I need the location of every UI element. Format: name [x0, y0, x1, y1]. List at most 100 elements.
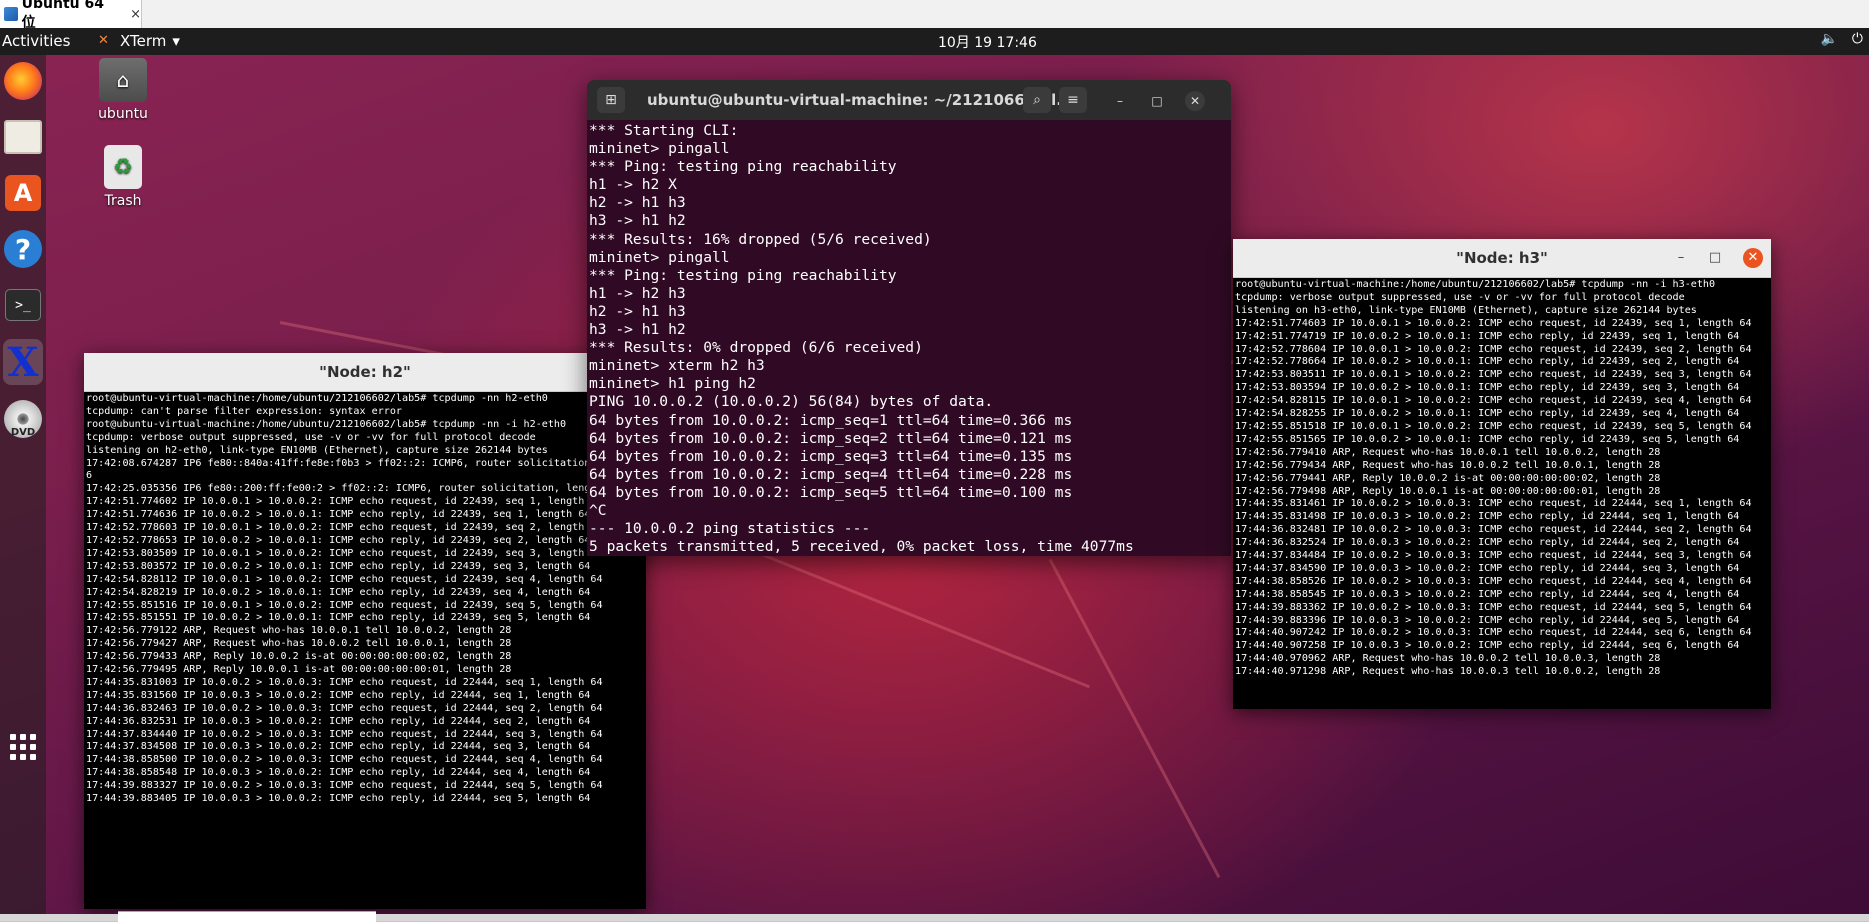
- terminal-line: 17:42:25.035356 IP6 fe80::200:ff:fe00:2 …: [86, 483, 621, 495]
- terminal-line: PING 10.0.0.2 (10.0.0.2) 56(84) bytes of…: [589, 393, 994, 411]
- top-bar: Activities ✕ XTerm ▾ 10月 19 17:46 🔈 ⏻: [0, 28, 1869, 55]
- terminal-line: 17:42:52.778664 IP 10.0.0.2 > 10.0.0.1: …: [1235, 356, 1740, 368]
- clock[interactable]: 10月 19 17:46: [938, 32, 1037, 52]
- activities-button[interactable]: Activities: [2, 32, 70, 50]
- terminal-line: 17:44:37.834508 IP 10.0.0.3 > 10.0.0.2: …: [86, 741, 591, 753]
- system-tray[interactable]: 🔈 ⏻: [1820, 31, 1863, 47]
- terminal-line: 17:42:56.779410 ARP, Request who-has 10.…: [1235, 446, 1661, 458]
- terminal-line: 17:42:51.774603 IP 10.0.0.1 > 10.0.0.2: …: [1235, 317, 1752, 329]
- minimize-icon[interactable]: –: [1671, 248, 1691, 268]
- terminal-line: tcpdump: verbose output suppressed, use …: [86, 431, 536, 443]
- terminal-line: tcpdump: can't parse filter expression: …: [86, 405, 403, 417]
- terminal-line: 17:42:55.851518 IP 10.0.0.1 > 10.0.0.2: …: [1235, 420, 1752, 432]
- maximize-icon[interactable]: □: [1705, 248, 1725, 268]
- terminal-line: 64 bytes from 10.0.0.2: icmp_seq=2 ttl=6…: [589, 429, 1073, 447]
- dock-show-apps[interactable]: [3, 727, 43, 767]
- chevron-down-icon: ▾: [172, 32, 180, 50]
- terminal-line: 17:42:52.778603 IP 10.0.0.1 > 10.0.0.2: …: [86, 522, 603, 534]
- dock-terminal[interactable]: >_: [3, 285, 43, 325]
- window-titlebar[interactable]: ⊞ ubuntu@ubuntu-virtual-machine: ~/21210…: [587, 80, 1231, 120]
- desktop-icon-trash[interactable]: ♻ Trash: [83, 145, 163, 209]
- window-titlebar[interactable]: "Node: h2" –: [84, 353, 646, 392]
- terminal-output[interactable]: *** Starting CLI: mininet> pingall *** Pin…: [587, 120, 1231, 556]
- terminal-line: 17:42:53.803509 IP 10.0.0.1 > 10.0.0.2: …: [86, 547, 603, 559]
- terminal-line: *** Results: 16% dropped (5/6 received): [589, 230, 932, 248]
- terminal-line: 17:44:37.834440 IP 10.0.0.2 > 10.0.0.3: …: [86, 728, 603, 740]
- terminal-line: mininet> xterm h2 h3: [589, 357, 765, 375]
- window-title: ubuntu@ubuntu-virtual-machine: ~/2121066…: [647, 91, 1074, 109]
- terminal-line: 17:44:35.831560 IP 10.0.0.3 > 10.0.0.2: …: [86, 689, 591, 701]
- terminal-line: 17:42:08.674287 IP6 fe80::840a:41ff:fe8e…: [86, 457, 646, 469]
- maximize-icon[interactable]: □: [1147, 91, 1167, 111]
- terminal-line: 17:44:39.883327 IP 10.0.0.2 > 10.0.0.3: …: [86, 780, 603, 792]
- minimize-icon[interactable]: –: [1110, 91, 1130, 111]
- close-icon[interactable]: ✕: [1185, 91, 1205, 111]
- dock-files[interactable]: [3, 117, 43, 157]
- dock-software[interactable]: A: [3, 173, 43, 213]
- close-icon[interactable]: ×: [130, 7, 141, 22]
- gnome-terminal-window[interactable]: ⊞ ubuntu@ubuntu-virtual-machine: ~/21210…: [587, 80, 1231, 556]
- terminal-line: 17:42:56.779427 ARP, Request who-has 10.…: [86, 638, 512, 650]
- wallpaper-line: [1048, 558, 1221, 879]
- trash-icon: ♻: [104, 145, 142, 189]
- app-menu-label: XTerm: [120, 32, 167, 50]
- xterm-output[interactable]: root@ubuntu-virtual-machine:/home/ubuntu…: [1233, 278, 1771, 680]
- terminal-line: *** Starting CLI:: [589, 122, 739, 139]
- terminal-line: h2 -> h1 h3: [589, 302, 686, 320]
- window-titlebar[interactable]: "Node: h3" – □ ✕: [1233, 239, 1771, 278]
- xterm-window-h2[interactable]: "Node: h2" – root@ubuntu-virtual-machine…: [84, 353, 646, 909]
- terminal-line: mininet> h1 ping h2: [589, 375, 756, 393]
- desktop-icon-label: Trash: [104, 193, 142, 209]
- vm-tab-strip: Ubuntu 64 位 ×: [0, 0, 1869, 31]
- close-icon[interactable]: ✕: [1743, 248, 1763, 268]
- menu-icon[interactable]: ≡: [1059, 87, 1087, 113]
- power-icon[interactable]: ⏻: [1852, 31, 1863, 47]
- terminal-line: 17:42:51.774636 IP 10.0.0.2 > 10.0.0.1: …: [86, 509, 591, 521]
- xterm-small-icon: ✕: [98, 33, 109, 48]
- terminal-line: 17:44:39.883362 IP 10.0.0.2 > 10.0.0.3: …: [1235, 601, 1752, 613]
- terminal-line: root@ubuntu-virtual-machine:/home/ubuntu…: [1235, 279, 1716, 290]
- app-menu[interactable]: ✕ XTerm ▾: [98, 32, 180, 50]
- dock-help[interactable]: ?: [3, 229, 43, 269]
- xterm-output[interactable]: root@ubuntu-virtual-machine:/home/ubuntu…: [84, 392, 646, 807]
- terminal-line: 17:42:55.851516 IP 10.0.0.1 > 10.0.0.2: …: [86, 599, 603, 611]
- terminal-line: ^C: [589, 501, 607, 519]
- terminal-line: 17:44:38.858545 IP 10.0.0.3 > 10.0.0.2: …: [1235, 588, 1740, 600]
- terminal-line: 17:44:40.907258 IP 10.0.0.3 > 10.0.0.2: …: [1235, 640, 1740, 652]
- taskbar-thumbnail[interactable]: [118, 911, 376, 922]
- firefox-icon: [4, 62, 42, 100]
- desktop-icon-home[interactable]: ⌂ ubuntu: [83, 58, 163, 122]
- terminal-line: listening on h3-eth0, link-type EN10MB (…: [1235, 304, 1697, 316]
- terminal-line: 17:44:36.832524 IP 10.0.0.3 > 10.0.0.2: …: [1235, 537, 1740, 549]
- volume-icon[interactable]: 🔈: [1820, 31, 1837, 47]
- terminal-line: 17:42:55.851551 IP 10.0.0.2 > 10.0.0.1: …: [86, 612, 591, 624]
- terminal-line: 17:42:54.828115 IP 10.0.0.1 > 10.0.0.2: …: [1235, 395, 1752, 407]
- terminal-line: h3 -> h1 h2: [589, 212, 686, 230]
- terminal-line: 17:44:39.883396 IP 10.0.0.3 > 10.0.0.2: …: [1235, 614, 1740, 626]
- terminal-line: 5 packets transmitted, 5 received, 0% pa…: [589, 538, 1134, 556]
- dock-xterm[interactable]: X: [3, 338, 43, 386]
- terminal-line: *** Results: 0% dropped (6/6 received): [589, 339, 923, 357]
- dock-firefox[interactable]: [3, 61, 43, 101]
- new-tab-icon[interactable]: ⊞: [597, 87, 625, 113]
- terminal-line: 64 bytes from 10.0.0.2: icmp_seq=1 ttl=6…: [589, 411, 1073, 429]
- software-icon: A: [5, 175, 41, 211]
- search-icon[interactable]: ⌕: [1023, 87, 1051, 113]
- dvd-icon: DVD: [4, 400, 42, 438]
- terminal-line: 17:44:40.971298 ARP, Request who-has 10.…: [1235, 666, 1661, 678]
- terminal-line: 17:44:40.970962 ARP, Request who-has 10.…: [1235, 653, 1661, 665]
- terminal-line: 17:44:36.832531 IP 10.0.0.3 > 10.0.0.2: …: [86, 715, 591, 727]
- xterm-window-h3[interactable]: "Node: h3" – □ ✕ root@ubuntu-virtual-mac…: [1233, 239, 1771, 709]
- terminal-line: 17:42:56.779122 ARP, Request who-has 10.…: [86, 625, 512, 637]
- terminal-line: 17:42:52.778604 IP 10.0.0.1 > 10.0.0.2: …: [1235, 343, 1752, 355]
- files-icon: [4, 120, 42, 154]
- xterm-icon: X: [7, 338, 39, 386]
- terminal-line: 17:42:54.828219 IP 10.0.0.2 > 10.0.0.1: …: [86, 586, 591, 598]
- terminal-line: 17:44:39.883405 IP 10.0.0.3 > 10.0.0.2: …: [86, 793, 591, 805]
- terminal-line: 17:42:53.803594 IP 10.0.0.2 > 10.0.0.1: …: [1235, 382, 1740, 394]
- dock-dvd[interactable]: DVD: [3, 399, 43, 439]
- terminal-line: 6: [86, 470, 93, 482]
- vm-tab[interactable]: Ubuntu 64 位 ×: [0, 0, 142, 31]
- terminal-line: 17:44:37.834590 IP 10.0.0.3 > 10.0.0.2: …: [1235, 562, 1740, 574]
- dock: A ? >_ X DVD: [0, 55, 46, 921]
